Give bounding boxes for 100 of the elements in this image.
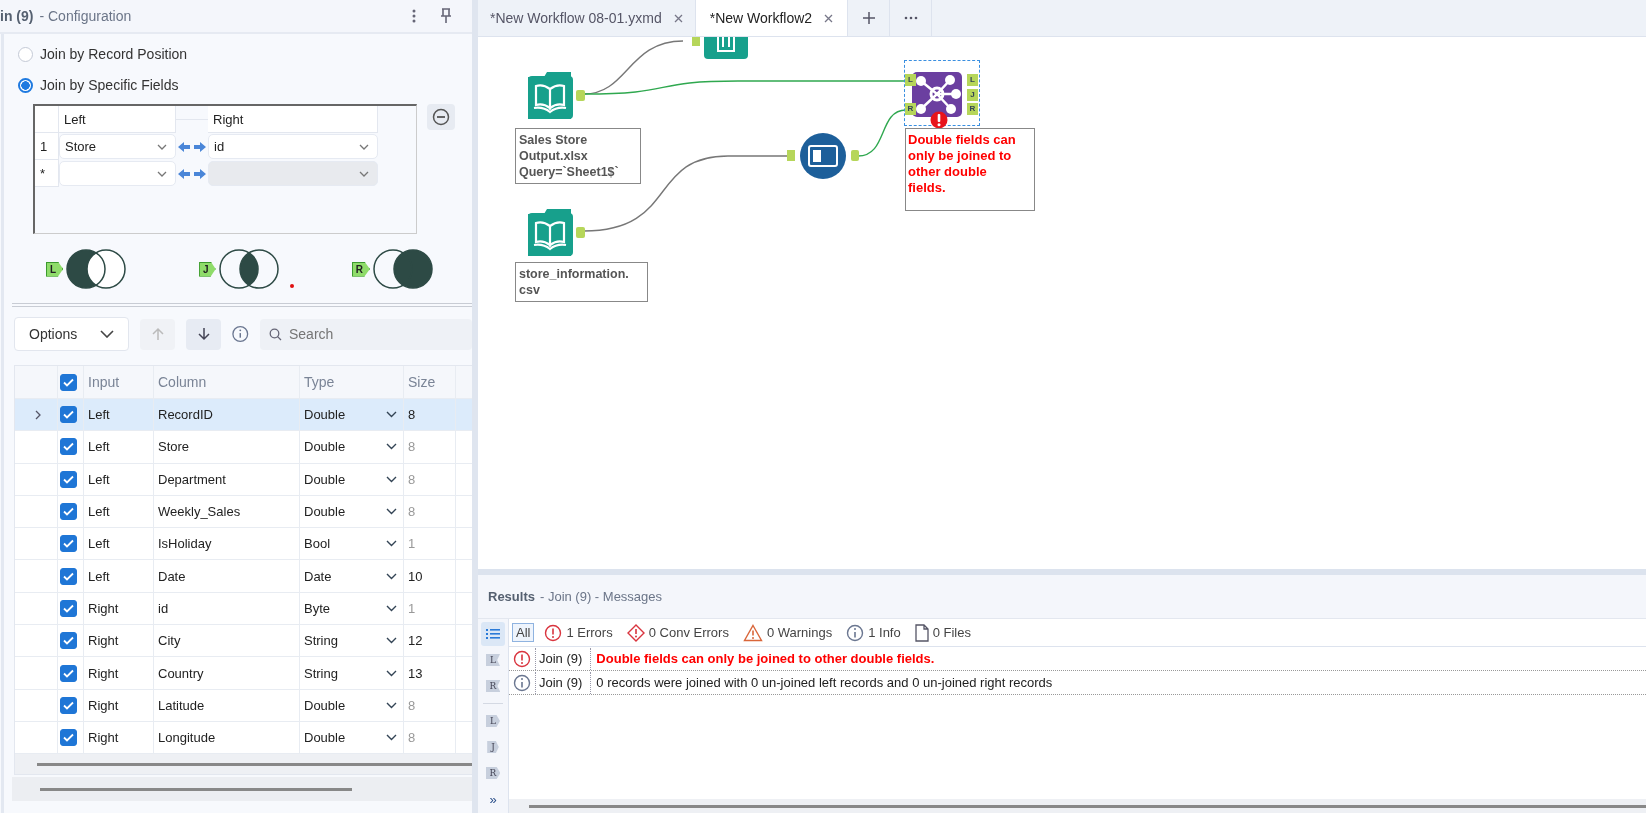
filter-button[interactable]: 1 Info [842, 621, 905, 644]
scrollbar-thumb[interactable] [40, 787, 352, 791]
pin-icon[interactable] [440, 8, 452, 24]
check-icon [63, 474, 74, 484]
filter-button[interactable]: All [512, 623, 535, 642]
workflow-tab[interactable]: *New Workflow 08-01.yxmd [478, 0, 696, 36]
table-cell: IsHoliday [154, 528, 300, 560]
type-dropdown[interactable]: Double [300, 431, 404, 463]
row-checkbox[interactable] [60, 696, 77, 714]
table-cell: Department [154, 463, 300, 495]
row-checkbox[interactable] [60, 503, 77, 521]
table-row[interactable]: Right Latitude Double 8 [15, 689, 472, 722]
column-header[interactable]: Size [404, 366, 456, 398]
info-icon [846, 623, 865, 642]
anchor-filter-button[interactable]: J [481, 735, 505, 759]
type-dropdown[interactable]: String [300, 625, 404, 657]
row-checkbox[interactable] [60, 729, 77, 747]
table-row[interactable]: Left RecordID Double 8 [15, 399, 472, 432]
anchor-filter-button[interactable]: R [481, 674, 505, 698]
table-row[interactable]: Left IsHoliday Bool 1 [15, 528, 472, 561]
row-checkbox[interactable] [60, 567, 77, 585]
table-row[interactable]: Right City String 12 [15, 625, 472, 658]
venn-diagram-icon[interactable] [65, 248, 128, 290]
output-anchor[interactable]: R [967, 103, 978, 115]
filter-button[interactable]: 0 Conv Errors [622, 621, 733, 644]
anchor-filter-button[interactable]: R [481, 761, 505, 785]
type-dropdown[interactable]: Double [300, 399, 404, 431]
left-field-dropdown[interactable] [59, 161, 176, 186]
input-anchor[interactable]: L [905, 74, 916, 86]
venn-diagram-icon[interactable] [371, 248, 434, 290]
type-dropdown[interactable]: Double [300, 721, 404, 754]
table-cell: Right [84, 721, 154, 754]
anchor-filter-button[interactable]: L [481, 709, 505, 733]
book-icon[interactable] [528, 209, 586, 256]
table-cell: Right [84, 625, 154, 657]
row-checkbox[interactable] [60, 470, 77, 488]
type-dropdown[interactable]: String [300, 657, 404, 689]
search-field[interactable]: Search [260, 318, 472, 350]
anchor-filter-button[interactable]: L [481, 648, 505, 672]
tool-icon[interactable] [692, 37, 748, 59]
filter-button[interactable]: 0 Warnings [738, 621, 837, 644]
chevron-icon [386, 572, 397, 580]
row-checkbox[interactable] [60, 406, 77, 424]
row-checkbox[interactable] [60, 599, 77, 617]
row-checkbox[interactable] [60, 632, 77, 650]
input-anchor[interactable]: R [905, 103, 916, 115]
table-row[interactable]: Left Date Date 10 [15, 560, 472, 593]
close-icon[interactable] [673, 13, 683, 23]
type-dropdown[interactable]: Date [300, 560, 404, 592]
options-dropdown[interactable]: Options [14, 317, 130, 351]
panel-subtitle: - Configuration [39, 8, 132, 24]
column-header[interactable]: Input [84, 366, 154, 398]
scrollbar-thumb[interactable] [529, 804, 1646, 808]
warning-icon [742, 623, 763, 642]
left-field-dropdown[interactable]: Store [59, 134, 176, 159]
output-anchor[interactable]: J [967, 88, 978, 101]
table-row[interactable]: Left Department Double 8 [15, 463, 472, 496]
type-dropdown[interactable]: Double [300, 463, 404, 495]
book-icon[interactable] [528, 72, 586, 119]
table-cell: RecordID [154, 399, 300, 431]
table-row[interactable]: Right id Byte 1 [15, 592, 472, 626]
radio-option[interactable]: Join by Record Position [18, 46, 188, 62]
info-icon[interactable] [232, 325, 249, 343]
table-cell: Date [154, 560, 300, 592]
row-checkbox[interactable] [60, 438, 77, 456]
move-down-button[interactable] [186, 318, 222, 350]
join-tool-icon[interactable] [912, 72, 962, 117]
filter-button[interactable]: 0 Files [910, 621, 975, 644]
more-icon[interactable] [412, 9, 416, 23]
type-dropdown[interactable]: Bool [300, 528, 404, 560]
expand-button[interactable]: » [481, 787, 505, 811]
remove-button[interactable] [427, 104, 455, 130]
workflow-tab[interactable]: *New Workflow2 [695, 0, 849, 36]
type-dropdown[interactable]: Byte [300, 592, 404, 625]
type-dropdown[interactable]: Double [300, 689, 404, 721]
column-header[interactable]: Type [300, 366, 404, 398]
table-row[interactable]: Right Country String 13 [15, 657, 472, 690]
tool-icon[interactable] [787, 132, 859, 180]
chevron-icon [359, 170, 369, 177]
close-icon[interactable] [824, 13, 834, 23]
scrollbar-thumb[interactable] [37, 762, 472, 766]
type-dropdown[interactable]: Double [300, 495, 404, 528]
message-text: 0 records were joined with 0 un-joined left records and 0 un-joined right records [595, 675, 1053, 690]
row-checkbox[interactable] [60, 535, 77, 553]
filter-button[interactable]: 1 Errors [540, 621, 617, 644]
anchor-tag: L [46, 261, 64, 277]
list-view-button[interactable] [481, 622, 505, 646]
table-cell: Left [84, 528, 154, 560]
table-row[interactable]: Left Store Double 8 [15, 431, 472, 464]
table-cell: Left [84, 399, 154, 431]
output-anchor[interactable]: L [967, 74, 978, 86]
table-cell: id [154, 592, 300, 625]
radio-option[interactable]: Join by Specific Fields [18, 77, 179, 93]
select-all-checkbox[interactable] [60, 373, 77, 391]
column-header[interactable]: Column [154, 366, 300, 398]
right-field-dropdown[interactable]: id [208, 134, 378, 159]
venn-diagram-icon[interactable] [217, 248, 280, 290]
expand-icon[interactable] [35, 409, 41, 420]
table-row[interactable]: Left Weekly_Sales Double 8 [15, 495, 472, 529]
row-checkbox[interactable] [60, 664, 77, 682]
